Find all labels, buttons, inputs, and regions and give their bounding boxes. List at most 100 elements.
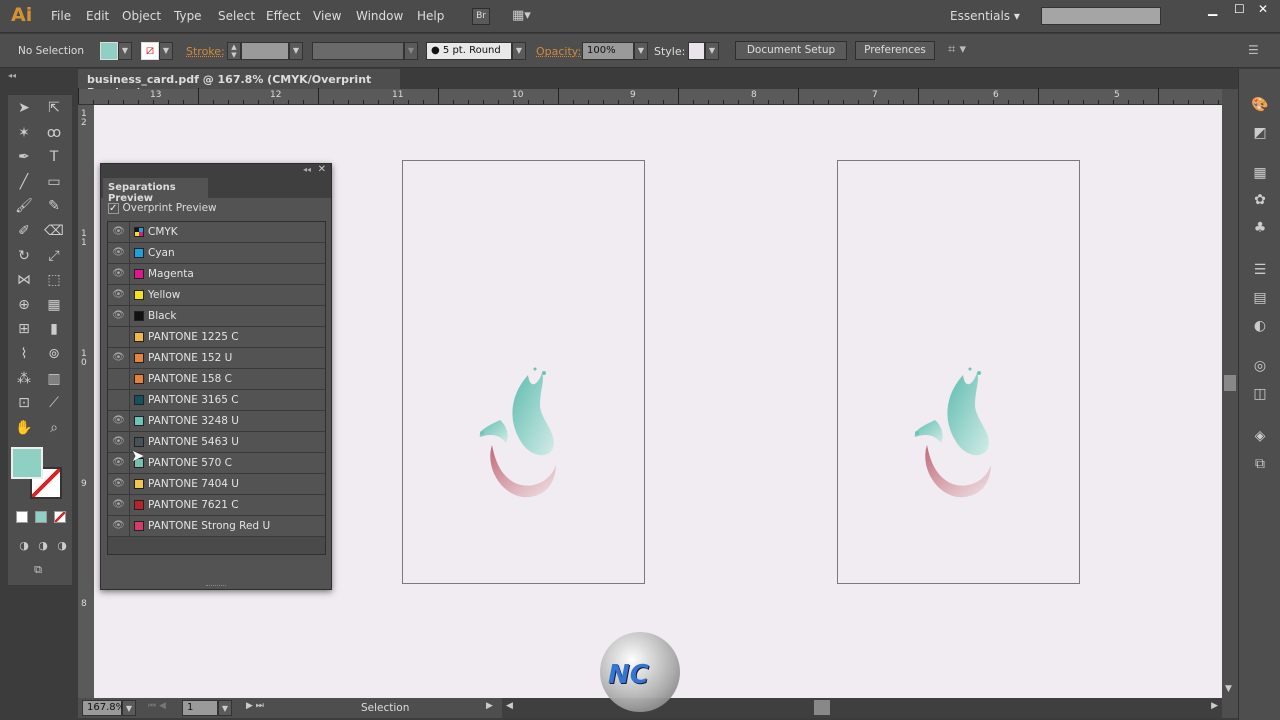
- shape-builder-tool-icon[interactable]: ⊕: [12, 294, 36, 316]
- transparency-icon[interactable]: ◐: [1250, 318, 1270, 336]
- line-tool-icon[interactable]: ╱: [12, 171, 36, 193]
- gradient-icon[interactable]: ▤: [1250, 290, 1270, 308]
- zoom-level-input[interactable]: 167.8%: [82, 700, 125, 716]
- color-guide-icon[interactable]: ◩: [1250, 125, 1270, 143]
- separation-row[interactable]: 👁 Cyan: [108, 243, 325, 264]
- brushes-icon[interactable]: ✿: [1250, 192, 1270, 210]
- scale-tool-icon[interactable]: ⤢: [42, 245, 66, 267]
- visibility-toggle[interactable]: [108, 369, 130, 389]
- vertical-scrollbar[interactable]: ▼: [1222, 89, 1238, 698]
- close-window-button[interactable]: ✕: [1258, 2, 1268, 16]
- minimize-button[interactable]: ▁: [1208, 2, 1217, 16]
- hand-tool-icon[interactable]: ✋: [12, 417, 36, 439]
- fill-color-box[interactable]: [11, 447, 43, 479]
- brush-dropdown[interactable]: ▼: [512, 42, 526, 60]
- panel-menu-icon[interactable]: ☰: [1248, 43, 1259, 57]
- transform-options-icon[interactable]: ⌗ ▾: [948, 42, 966, 57]
- artboard-tool-icon[interactable]: ⊡: [12, 392, 36, 414]
- brush-definition[interactable]: ● 5 pt. Round: [426, 42, 512, 60]
- pencil-tool-icon[interactable]: ✎: [42, 195, 66, 217]
- screen-mode-icon[interactable]: ⧉: [26, 559, 50, 581]
- separation-row[interactable]: PANTONE 158 C: [108, 369, 325, 390]
- document-tab[interactable]: business_card.pdf @ 167.8% (CMYK/Overpri…: [78, 69, 400, 99]
- artboard-dropdown[interactable]: ▼: [218, 700, 232, 716]
- opacity-label[interactable]: Opacity:: [536, 45, 581, 58]
- eye-icon[interactable]: 👁: [108, 348, 130, 368]
- eye-icon[interactable]: 👁: [108, 474, 130, 494]
- direct-selection-tool-icon[interactable]: ⇱: [42, 97, 66, 119]
- blend-tool-icon[interactable]: ⊚: [42, 343, 66, 365]
- stroke-weight-input[interactable]: [241, 42, 289, 60]
- maximize-button[interactable]: ☐: [1234, 2, 1245, 16]
- separation-row[interactable]: 👁 Yellow: [108, 285, 325, 306]
- style-dropdown[interactable]: ▼: [705, 42, 719, 60]
- menu-view[interactable]: View: [313, 9, 341, 23]
- menu-type[interactable]: Type: [174, 9, 202, 23]
- fill-swatch[interactable]: [100, 42, 118, 60]
- separation-row[interactable]: 👁 PANTONE Strong Red U: [108, 516, 325, 537]
- width-tool-icon[interactable]: ⋈: [12, 269, 36, 291]
- horizontal-scroll-thumb[interactable]: [814, 700, 830, 715]
- scroll-down-arrow[interactable]: ▼: [1225, 684, 1232, 694]
- logo-artwork-1[interactable]: [470, 365, 570, 505]
- opacity-input[interactable]: 100%: [582, 42, 634, 60]
- vertical-scroll-thumb[interactable]: [1224, 375, 1236, 391]
- eraser-tool-icon[interactable]: ⌫: [42, 220, 66, 242]
- slice-tool-icon[interactable]: ⟋: [42, 392, 66, 414]
- vertical-ruler[interactable]: 1 2 1 1 1 0 9 8: [78, 105, 94, 698]
- menu-help[interactable]: Help: [417, 9, 444, 23]
- selection-tool-icon[interactable]: ➤: [12, 97, 36, 119]
- paintbrush-tool-icon[interactable]: 🖌: [12, 195, 36, 217]
- column-graph-tool-icon[interactable]: ▥: [42, 368, 66, 390]
- swatches-icon[interactable]: ▦: [1250, 165, 1270, 183]
- separations-preview-tab[interactable]: Separations Preview: [103, 178, 208, 204]
- symbols-icon[interactable]: ♣: [1250, 220, 1270, 238]
- visibility-toggle[interactable]: [108, 327, 130, 347]
- eye-icon[interactable]: 👁: [108, 495, 130, 515]
- menu-window[interactable]: Window: [356, 9, 403, 23]
- zoom-tool-icon[interactable]: ⌕: [42, 417, 66, 439]
- lasso-tool-icon[interactable]: ꝏ: [42, 122, 66, 144]
- menu-edit[interactable]: Edit: [86, 9, 109, 23]
- arrange-documents-button[interactable]: ▦▾: [512, 8, 540, 24]
- stroke-swatch[interactable]: ⧄: [141, 42, 159, 60]
- rotate-tool-icon[interactable]: ↻: [12, 245, 36, 267]
- magic-wand-tool-icon[interactable]: ✶: [12, 122, 36, 144]
- symbol-sprayer-tool-icon[interactable]: ⁂: [12, 368, 36, 390]
- eye-icon[interactable]: 👁: [108, 264, 130, 284]
- eyedropper-tool-icon[interactable]: ⌇: [12, 343, 36, 365]
- separation-row[interactable]: PANTONE 3165 C: [108, 390, 325, 411]
- search-input[interactable]: [1041, 7, 1161, 25]
- artboard-number-input[interactable]: 1: [182, 700, 218, 716]
- eye-icon[interactable]: 👁: [108, 432, 130, 452]
- color-panel-icon[interactable]: 🎨: [1250, 97, 1270, 115]
- eye-icon[interactable]: 👁: [108, 243, 130, 263]
- variable-width-profile[interactable]: [312, 42, 404, 60]
- stroke-weight-dropdown[interactable]: ▼: [289, 42, 303, 60]
- separation-row[interactable]: 👁 PANTONE 7621 C: [108, 495, 325, 516]
- fill-dropdown[interactable]: ▼: [118, 42, 132, 60]
- pen-tool-icon[interactable]: ✒: [12, 146, 36, 168]
- logo-artwork-2[interactable]: [905, 365, 1005, 505]
- eye-icon[interactable]: 👁: [108, 453, 130, 473]
- eye-icon[interactable]: 👁: [108, 222, 130, 242]
- none-mode-button[interactable]: [54, 511, 66, 523]
- separation-row[interactable]: 👁 Magenta: [108, 264, 325, 285]
- separation-row[interactable]: PANTONE 1225 C: [108, 327, 325, 348]
- draw-inside-icon[interactable]: ◑: [50, 535, 74, 557]
- stroke-label[interactable]: Stroke:: [186, 45, 225, 58]
- rectangle-tool-icon[interactable]: ▭: [42, 171, 66, 193]
- perspective-grid-tool-icon[interactable]: ▦: [42, 294, 66, 316]
- eye-icon[interactable]: 👁: [108, 411, 130, 431]
- menu-object[interactable]: Object: [122, 9, 161, 23]
- horizontal-ruler[interactable]: 13 12 11 10 9 8 7 6 5: [78, 88, 1222, 105]
- profile-dropdown[interactable]: ▼: [404, 42, 418, 60]
- layers-icon[interactable]: ◈: [1250, 428, 1270, 446]
- next-artboard-button[interactable]: ▶ ⏭: [246, 701, 264, 711]
- appearance-icon[interactable]: ◎: [1250, 358, 1270, 376]
- visibility-toggle[interactable]: [108, 390, 130, 410]
- gradient-mode-button[interactable]: [35, 511, 47, 523]
- blob-brush-tool-icon[interactable]: ✐: [12, 220, 36, 242]
- bridge-button[interactable]: Br: [472, 8, 490, 25]
- separation-row[interactable]: 👁 Black: [108, 306, 325, 327]
